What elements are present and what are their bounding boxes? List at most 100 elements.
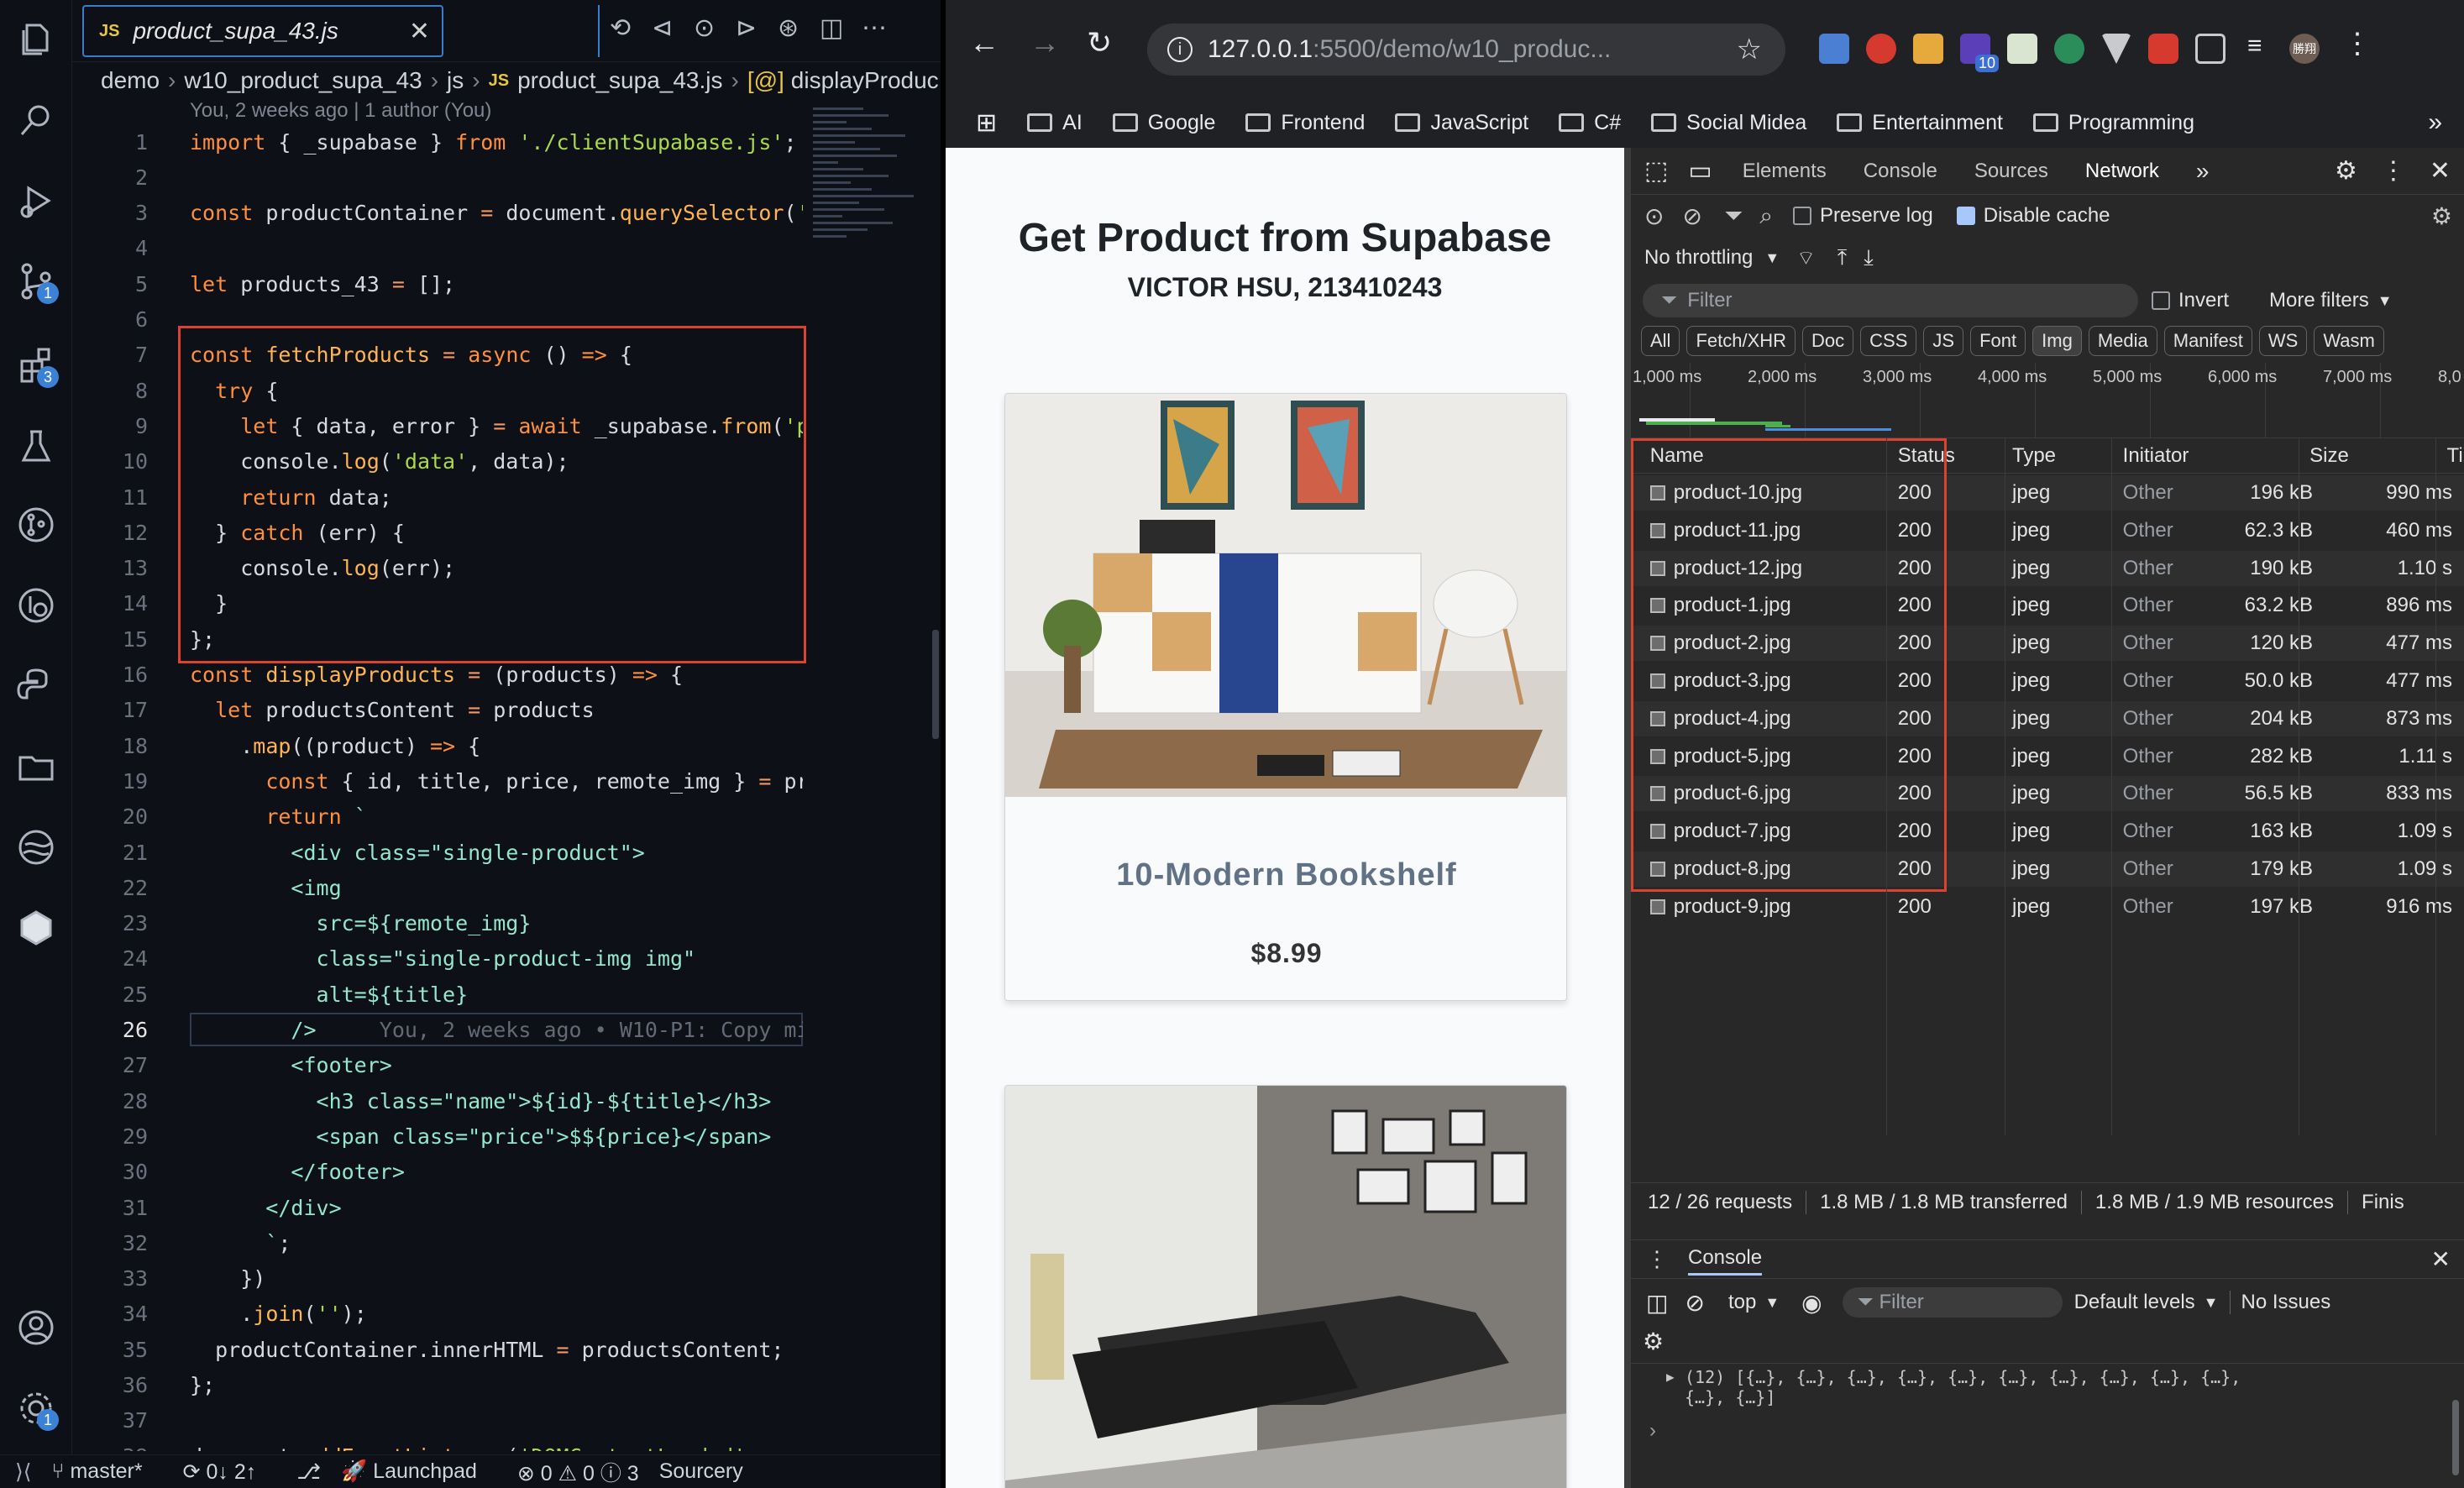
drawer-menu-icon[interactable]: ⋮ bbox=[1646, 1246, 1668, 1272]
more-filters-dropdown[interactable]: More filters bbox=[2269, 289, 2369, 312]
code-editor[interactable]: 1 import { _supabase } from './clientSupa… bbox=[72, 124, 803, 1451]
resource-type-chip[interactable]: JS bbox=[1923, 326, 1964, 356]
sheet-extension-icon[interactable] bbox=[2007, 34, 2037, 64]
web-page-viewport[interactable]: Get Product from Supabase VICTOR HSU, 21… bbox=[946, 148, 1624, 1488]
network-conditions-icon[interactable]: ⌔ bbox=[1796, 245, 1816, 270]
devtools-settings-icon[interactable]: ⚙ bbox=[2335, 156, 2357, 186]
extensions-icon[interactable]: 3 bbox=[15, 344, 59, 388]
bookmark-folder[interactable]: Social Midea bbox=[1651, 111, 1806, 135]
record-icon[interactable]: ⊙ bbox=[1644, 202, 1664, 230]
source-control-icon[interactable]: 1 bbox=[15, 260, 59, 304]
console-scrollbar[interactable] bbox=[2452, 1400, 2459, 1475]
bookmark-folder[interactable]: Programming bbox=[2032, 111, 2194, 135]
device-toolbar-icon[interactable]: ▭ bbox=[1688, 156, 1712, 186]
code-line[interactable]: 24 class="single-product-img img" bbox=[72, 941, 803, 977]
close-devtools-icon[interactable]: ✕ bbox=[2430, 156, 2451, 186]
education-extension-icon[interactable]: 10 bbox=[1960, 34, 1999, 72]
code-line[interactable]: 28 <h3 class="name">${id}-${title}</h3> bbox=[72, 1083, 803, 1119]
bookmark-folder[interactable]: Frontend bbox=[1245, 111, 1365, 135]
account-icon[interactable] bbox=[15, 1307, 57, 1349]
devtools-tab[interactable]: Console bbox=[1864, 160, 1937, 183]
recording-extension-icon[interactable] bbox=[2148, 34, 2178, 64]
code-line[interactable]: 17 let productsContent = products bbox=[72, 693, 803, 728]
product-card[interactable]: 10-Modern Bookshelf $8.99 bbox=[1004, 393, 1567, 1001]
export-har-icon[interactable]: ⤓ bbox=[1864, 244, 1874, 271]
log-levels-dropdown[interactable]: Default levels bbox=[2074, 1291, 2195, 1314]
drawer-tab-console[interactable]: Console bbox=[1688, 1243, 1763, 1276]
bird-extension-icon[interactable] bbox=[2054, 34, 2084, 64]
explorer-icon[interactable] bbox=[15, 18, 57, 60]
search-icon[interactable]: ⌕ bbox=[1759, 202, 1773, 230]
remote-explorer-icon[interactable] bbox=[15, 584, 57, 626]
bookmark-folder[interactable]: Google bbox=[1112, 111, 1215, 135]
resource-type-chip[interactable]: Img bbox=[2032, 326, 2082, 356]
code-line[interactable]: 32 `; bbox=[72, 1225, 803, 1260]
search-icon[interactable] bbox=[15, 99, 57, 141]
column-divider[interactable] bbox=[1886, 438, 1888, 1135]
editor-tab-active[interactable]: JS product_supa_43.js ✕ bbox=[82, 5, 443, 57]
translate-extension-icon[interactable] bbox=[1819, 34, 1849, 64]
code-line[interactable]: 30 </footer> bbox=[72, 1155, 803, 1190]
console-prompt-icon[interactable]: › bbox=[1631, 1407, 2464, 1443]
code-line[interactable]: 25 alt=${title} bbox=[72, 977, 803, 1012]
folder-icon[interactable] bbox=[15, 746, 57, 788]
live-expression-eye-icon[interactable]: ◉ bbox=[1801, 1289, 1822, 1317]
more-actions-icon[interactable]: ⋯ bbox=[862, 13, 887, 43]
devtools-tab[interactable]: Network bbox=[2085, 160, 2159, 183]
code-line[interactable]: 19 const { id, title, price, remote_img … bbox=[72, 763, 803, 799]
column-header[interactable]: Initiator bbox=[2123, 438, 2189, 474]
code-line[interactable]: 34 .join(''); bbox=[72, 1297, 803, 1332]
notes-extension-icon[interactable] bbox=[1913, 34, 1943, 64]
breadcrumb-item[interactable]: demo bbox=[101, 67, 160, 94]
git-blame-header[interactable]: You, 2 weeks ago | 1 author (You) bbox=[190, 99, 491, 123]
filter-funnel-icon[interactable]: ⏷ bbox=[1724, 202, 1743, 230]
clear-console-icon[interactable]: ⊘ bbox=[1685, 1289, 1704, 1317]
go-back-icon[interactable]: ⊲ bbox=[652, 13, 673, 43]
resource-type-chip[interactable]: Doc bbox=[1802, 326, 1854, 356]
column-divider[interactable] bbox=[2111, 438, 2113, 1135]
bookmark-folder[interactable]: JavaScript bbox=[1395, 111, 1528, 135]
devtools-menu-icon[interactable]: ⋮ bbox=[2381, 156, 2406, 186]
column-header[interactable]: Time bbox=[2447, 438, 2464, 474]
vue-devtools-extension-icon[interactable] bbox=[2101, 34, 2131, 64]
code-line[interactable]: 3 const productContainer = document.query… bbox=[72, 196, 803, 231]
code-line[interactable]: 27 <footer> bbox=[72, 1048, 803, 1083]
breadcrumb-item[interactable]: product_supa_43.js bbox=[517, 67, 722, 94]
resource-type-chip[interactable]: CSS bbox=[1860, 326, 1917, 356]
code-line[interactable]: 4 bbox=[72, 231, 803, 266]
breadcrumb-item[interactable]: js bbox=[447, 67, 464, 94]
import-har-icon[interactable]: ⤒ bbox=[1838, 244, 1848, 271]
column-header[interactable]: Size bbox=[2309, 438, 2349, 474]
product-card[interactable] bbox=[1004, 1085, 1567, 1488]
disable-cache-checkbox[interactable] bbox=[1956, 207, 1975, 225]
bookmark-folder[interactable]: AI bbox=[1027, 111, 1083, 135]
column-divider[interactable] bbox=[2435, 438, 2436, 1135]
sidebar-toggle-icon[interactable]: ◫ bbox=[1646, 1289, 1668, 1317]
issues-counter[interactable]: No Issues bbox=[2230, 1291, 2330, 1314]
preserve-log-checkbox[interactable] bbox=[1793, 207, 1812, 225]
profile-avatar[interactable]: 勝翔 bbox=[2289, 34, 2320, 64]
table-row[interactable]: product-9.jpg 200 jpeg Other 197 kB 916 ms bbox=[1631, 889, 2464, 925]
bookmark-star-icon[interactable]: ☆ bbox=[1737, 33, 1762, 66]
run-debug-icon[interactable] bbox=[15, 180, 57, 222]
problems-status[interactable]: ⊗ 0 ⚠ 0 ⓘ 3 bbox=[517, 1457, 639, 1487]
console-filter-input[interactable]: ⏷ Filter bbox=[1842, 1287, 2063, 1318]
code-line[interactable]: 21 <div class="single-product"> bbox=[72, 835, 803, 870]
docker-icon[interactable] bbox=[15, 826, 57, 868]
git-branch[interactable]: ⑂ master* bbox=[52, 1459, 163, 1484]
code-line[interactable]: 37 bbox=[72, 1403, 803, 1438]
reload-icon[interactable]: ↻ bbox=[1087, 25, 1112, 60]
breadcrumb-item[interactable]: w10_product_supa_43 bbox=[184, 67, 422, 94]
expand-arrow-icon[interactable]: ▶ bbox=[1666, 1369, 1675, 1385]
code-line[interactable]: 1 import { _supabase } from './clientSupa… bbox=[72, 124, 803, 160]
resource-type-chip[interactable]: Font bbox=[1970, 326, 2026, 356]
split-editor-icon[interactable]: ◫ bbox=[820, 13, 843, 43]
resource-type-chip[interactable]: Manifest bbox=[2163, 326, 2252, 356]
resource-type-chip[interactable]: Fetch/XHR bbox=[1686, 326, 1796, 356]
console-settings-icon[interactable]: ⚙ bbox=[1643, 1328, 1664, 1355]
bookmark-folder[interactable]: Entertainment bbox=[1837, 111, 2003, 135]
git-graph-icon[interactable] bbox=[15, 504, 57, 546]
sync-status[interactable]: ⟳ 0↓ 2↑ bbox=[183, 1459, 277, 1485]
code-line[interactable]: 35 productContainer.innerHTML = products… bbox=[72, 1332, 803, 1367]
git-compare-icon[interactable]: ⊛ bbox=[778, 13, 799, 43]
